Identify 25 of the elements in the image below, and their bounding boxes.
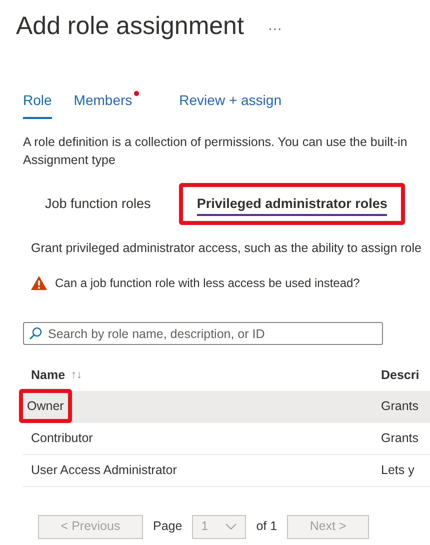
description-text: Assignment type <box>23 152 116 168</box>
page-label: Page <box>153 518 182 536</box>
description-cell-text: Lets y <box>381 462 414 479</box>
description-text: A role definition is a collection of permissions. You can use the built-in <box>23 134 408 150</box>
tab[interactable]: Role <box>23 90 52 118</box>
role-type-tab[interactable]: Privileged administrator roles <box>178 182 406 225</box>
tab[interactable]: Members <box>74 90 140 118</box>
sort-icon[interactable]: ↑↓ <box>71 367 82 384</box>
tab[interactable]: Review + assign <box>179 90 282 118</box>
grant-text: Grant privileged administrator access, such as the ability to assign role <box>30 240 422 257</box>
more-button[interactable]: ··· <box>268 14 282 40</box>
warning-icon <box>31 276 47 290</box>
role-name-cell-text: Contributor <box>30 430 93 447</box>
page-title: Add role assignment <box>16 11 244 42</box>
column-header[interactable]: Name <box>31 366 66 385</box>
description-cell-text: Grants <box>381 430 419 447</box>
chevron-down-icon <box>225 523 238 530</box>
description-cell-text: Grants <box>381 398 419 415</box>
page-count: of 1 <box>256 518 278 536</box>
role-type-tab[interactable]: Job function roles <box>31 186 165 221</box>
column-header[interactable]: Descri <box>381 366 420 385</box>
role-name-cell-text: User Access Administrator <box>30 462 177 479</box>
warning-text: Can a job function role with less access be used instead? <box>55 274 360 292</box>
search-icon <box>29 326 42 340</box>
search-field[interactable]: Search by role name, description, or ID <box>23 322 383 345</box>
